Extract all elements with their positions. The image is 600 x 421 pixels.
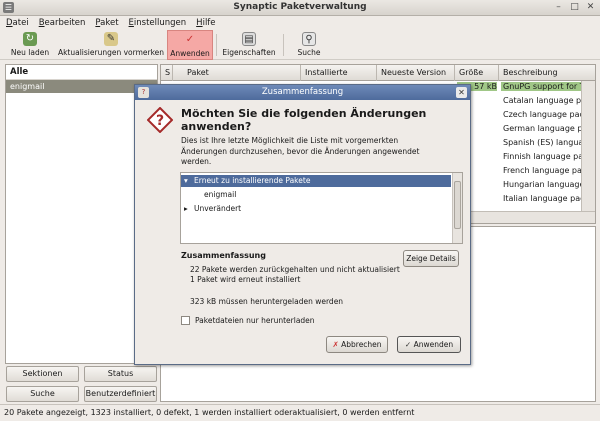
description-cell: Spanish (ES) language [503, 138, 581, 147]
cancel-icon: ✗ [332, 340, 339, 349]
search-icon: ⚲ [302, 32, 316, 46]
description-cell: German language pack [503, 124, 581, 133]
expander-open-icon[interactable]: ▾ [184, 175, 188, 187]
download-only-checkbox[interactable] [181, 316, 190, 325]
question-icon: ? [147, 107, 173, 133]
tree-group-unchanged[interactable]: ▸ Unverändert [181, 203, 451, 215]
properties-label: Eigenschaften [222, 48, 276, 57]
summary-download: 323 kB müssen heruntergeladen werden [190, 297, 344, 306]
description-cell: GnuPG support for Th [501, 82, 581, 91]
status-bar: 20 Pakete angezeigt, 1323 installiert, 0… [0, 404, 600, 421]
description-cell: Catalan language pac [503, 96, 581, 105]
reload-label: Neu laden [10, 48, 50, 57]
title-bar: ☰ Synaptic Paketverwaltung – □ ✕ [0, 0, 600, 16]
summary-held-back: 22 Pakete werden zurückgehalten und nich… [190, 265, 400, 274]
scrollbar-thumb[interactable] [454, 181, 461, 229]
menu-bar: Datei Bearbeiten Paket Einstellungen Hil… [0, 16, 600, 30]
toolbar-separator [216, 34, 217, 56]
column-size[interactable]: Größe [455, 65, 499, 81]
toolbar: ↻ Neu laden ✎ Aktualisierungen vormerken… [0, 30, 600, 60]
column-status[interactable]: S [161, 65, 173, 81]
description-cell: Finnish language pack [503, 152, 581, 161]
custom-filter-button[interactable]: Benutzerdefiniert [84, 386, 157, 402]
column-package[interactable]: Paket [183, 65, 301, 81]
mark-updates-label: Aktualisierungen vormerken [57, 48, 165, 57]
filter-header[interactable]: Alle [6, 65, 157, 80]
show-details-button[interactable]: Zeige Details [403, 250, 459, 267]
reload-button[interactable]: ↻ Neu laden [8, 30, 52, 60]
description-cell: French language pack [503, 166, 581, 175]
dialog-heading: Möchten Sie die folgenden Änderungen anw… [181, 107, 427, 133]
minimize-icon[interactable]: – [551, 1, 566, 14]
dialog-title-bar: ? Zusammenfassung ✕ [135, 85, 470, 100]
apply-button[interactable]: ✓ Anwenden [167, 30, 213, 60]
search-label: Suche [297, 48, 321, 57]
tree-group-label: Erneut zu installierende Pakete [194, 176, 311, 185]
description-cell: Italian language pack [503, 194, 581, 203]
sections-button[interactable]: Sektionen [6, 366, 79, 382]
dialog-intro: Dies ist Ihre letzte Möglichkeit die Lis… [181, 136, 420, 166]
description-cell: Hungarian language p [503, 180, 581, 189]
apply-label: Anwenden [170, 49, 210, 58]
mark-updates-button[interactable]: ✎ Aktualisierungen vormerken [56, 30, 166, 60]
menu-datei[interactable]: Datei [6, 18, 29, 28]
properties-button[interactable]: ▤ Eigenschaften [220, 30, 278, 60]
menu-bearbeiten[interactable]: Bearbeiten [39, 18, 86, 28]
description-cell: Czech language pack [503, 110, 581, 119]
column-description[interactable]: Beschreibung [499, 65, 595, 81]
column-installed-version[interactable]: Installierte Version [301, 65, 377, 93]
summary-reinstall: 1 Paket wird erneut installiert [190, 275, 301, 284]
tree-group-label: Unverändert [194, 204, 242, 213]
window-controls: – □ ✕ [551, 1, 598, 14]
svg-text:?: ? [156, 113, 164, 129]
menu-paket[interactable]: Paket [95, 18, 118, 28]
summary-dialog: ? Zusammenfassung ✕ ? Möchten Sie die fo… [134, 84, 471, 365]
changes-tree: ▾ Erneut zu installierende Pakete enigma… [180, 172, 463, 244]
expander-closed-icon[interactable]: ▸ [184, 203, 188, 215]
table-vertical-scrollbar[interactable] [581, 81, 595, 213]
close-icon[interactable]: ✕ [583, 1, 598, 14]
checkmark-icon: ✓ [185, 34, 195, 45]
tree-group-reinstall[interactable]: ▾ Erneut zu installierende Pakete [181, 175, 451, 187]
menu-einstellungen[interactable]: Einstellungen [129, 18, 187, 28]
table-header: S Paket Installierte Version Neueste Ver… [161, 65, 595, 93]
summary-title: Zusammenfassung [181, 251, 266, 260]
dialog-title: Zusammenfassung [261, 87, 344, 97]
cancel-button[interactable]: ✗ Abbrechen [326, 336, 388, 353]
properties-icon: ▤ [242, 32, 256, 46]
tree-item-label: enigmail [204, 190, 237, 199]
search-filter-button[interactable]: Suche [6, 386, 79, 402]
cancel-label: Abbrechen [341, 340, 382, 349]
dialog-apply-button[interactable]: ✓ Anwenden [397, 336, 461, 353]
dialog-close-icon[interactable]: ✕ [456, 87, 467, 98]
menu-hilfe[interactable]: Hilfe [196, 18, 215, 28]
download-only-label[interactable]: Paketdateien nur herunterladen [195, 316, 315, 325]
column-latest-version[interactable]: Neueste Version [377, 65, 455, 81]
tree-item[interactable]: enigmail [181, 189, 451, 201]
window-title: Synaptic Paketverwaltung [233, 2, 367, 12]
maximize-icon[interactable]: □ [567, 1, 582, 14]
reload-icon: ↻ [23, 32, 37, 46]
status-button[interactable]: Status [84, 366, 157, 382]
toolbar-separator [283, 34, 284, 56]
apply-label: Anwenden [413, 340, 454, 349]
search-button[interactable]: ⚲ Suche [292, 30, 326, 60]
tree-scrollbar[interactable] [452, 173, 462, 243]
mark-updates-icon: ✎ [104, 32, 118, 46]
checkmark-icon: ✓ [404, 340, 412, 349]
